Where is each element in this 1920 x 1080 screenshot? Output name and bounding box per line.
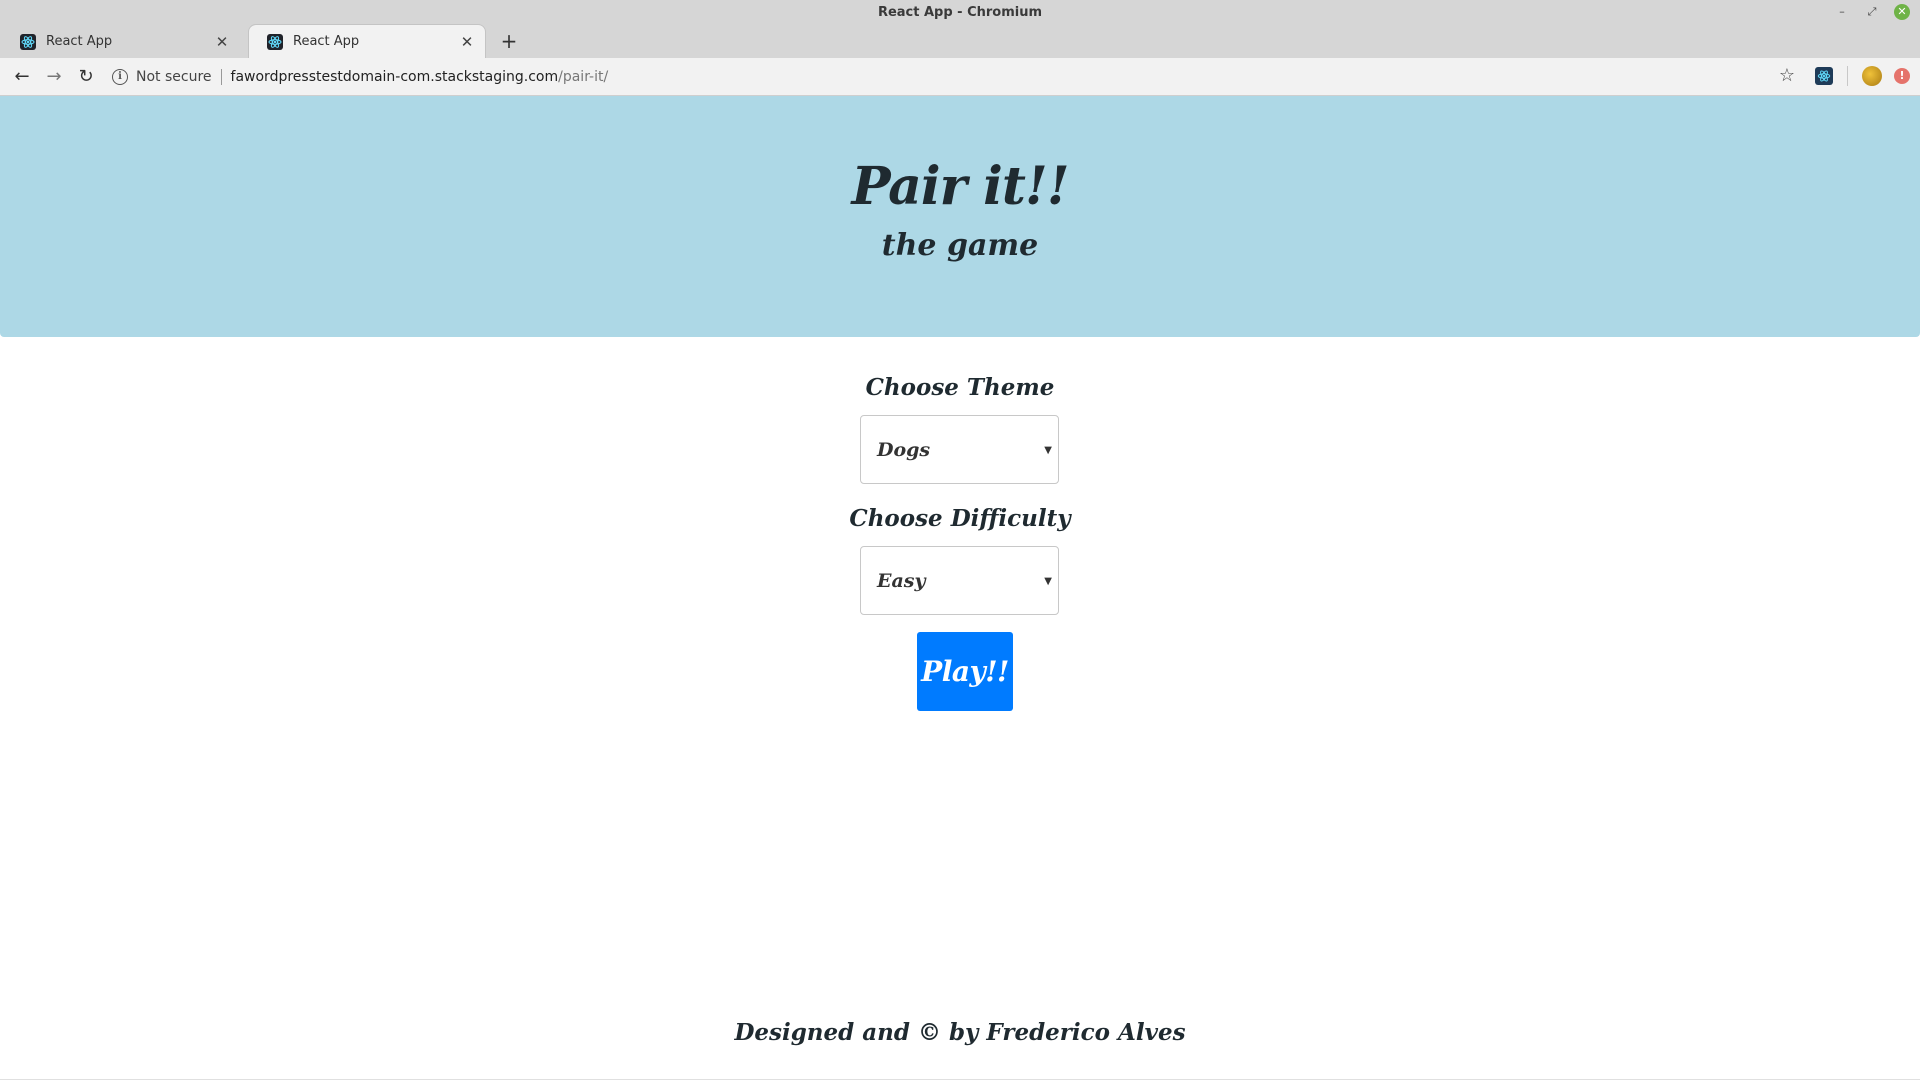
address-bar[interactable]: i Not secure fawordpresstestdomain-com.s… [112,63,1732,91]
info-icon[interactable]: i [112,69,128,85]
react-icon [20,33,36,50]
footer-credit: Designed and © by Frederico Alves [734,1019,1186,1046]
theme-select[interactable]: Dogs ▼ [860,415,1059,484]
update-alert-icon[interactable]: ! [1894,68,1910,84]
difficulty-label: Choose Difficulty [849,505,1071,532]
window-title: React App - Chromium [877,5,1043,20]
title-bar: React App - Chromium – ⤢ ✕ [0,0,1920,25]
profile-avatar[interactable] [1862,66,1882,86]
minimize-icon[interactable]: – [1834,4,1850,20]
back-arrow-icon[interactable]: ← [10,65,34,89]
window-controls: – ⤢ ✕ [1834,4,1910,20]
page-viewport: Pair it!! the game Choose Theme Dogs ▼ C… [0,96,1920,1080]
theme-label: Choose Theme [865,374,1055,401]
page-title: Pair it!! [851,156,1069,217]
react-icon [1817,70,1831,82]
reload-icon[interactable]: ↻ [74,65,98,89]
dropdown-arrow-icon: ▼ [1044,445,1052,456]
tab-react-app-1[interactable]: React App ✕ [2,25,240,58]
url-path: /pair-it/ [558,69,609,85]
close-window-icon[interactable]: ✕ [1894,4,1910,20]
security-label: Not secure [136,69,212,85]
tab-title: React App [46,34,113,49]
play-button[interactable]: Play!! [917,632,1013,711]
difficulty-select[interactable]: Easy ▼ [860,546,1059,615]
new-tab-icon[interactable]: + [498,30,520,52]
close-tab-icon[interactable]: ✕ [214,34,230,50]
toolbar-actions: ☆ ! [1775,64,1910,88]
divider [220,69,222,85]
forward-arrow-icon[interactable]: → [42,65,66,89]
difficulty-selected-value: Easy [877,570,926,592]
divider [1847,66,1848,86]
bookmark-star-icon[interactable]: ☆ [1775,64,1799,88]
dropdown-arrow-icon: ▼ [1044,576,1052,587]
tab-strip: React App ✕ React App ✕ + [0,24,1920,58]
theme-selected-value: Dogs [877,439,931,461]
react-devtools-extension-icon[interactable] [1815,67,1833,85]
tab-react-app-2[interactable]: React App ✕ [248,24,486,58]
tab-title: React App [293,34,360,49]
browser-window: React App - Chromium – ⤢ ✕ React App ✕ R… [0,0,1920,1080]
close-tab-icon[interactable]: ✕ [459,34,475,50]
react-icon [267,33,283,50]
hero-banner: Pair it!! the game [0,96,1920,337]
restore-icon[interactable]: ⤢ [1864,4,1880,20]
browser-toolbar: ← → ↻ i Not secure fawordpresstestdomain… [0,58,1920,96]
page-subtitle: the game [881,228,1039,263]
url-host: fawordpresstestdomain-com.stackstaging.c… [230,69,559,85]
